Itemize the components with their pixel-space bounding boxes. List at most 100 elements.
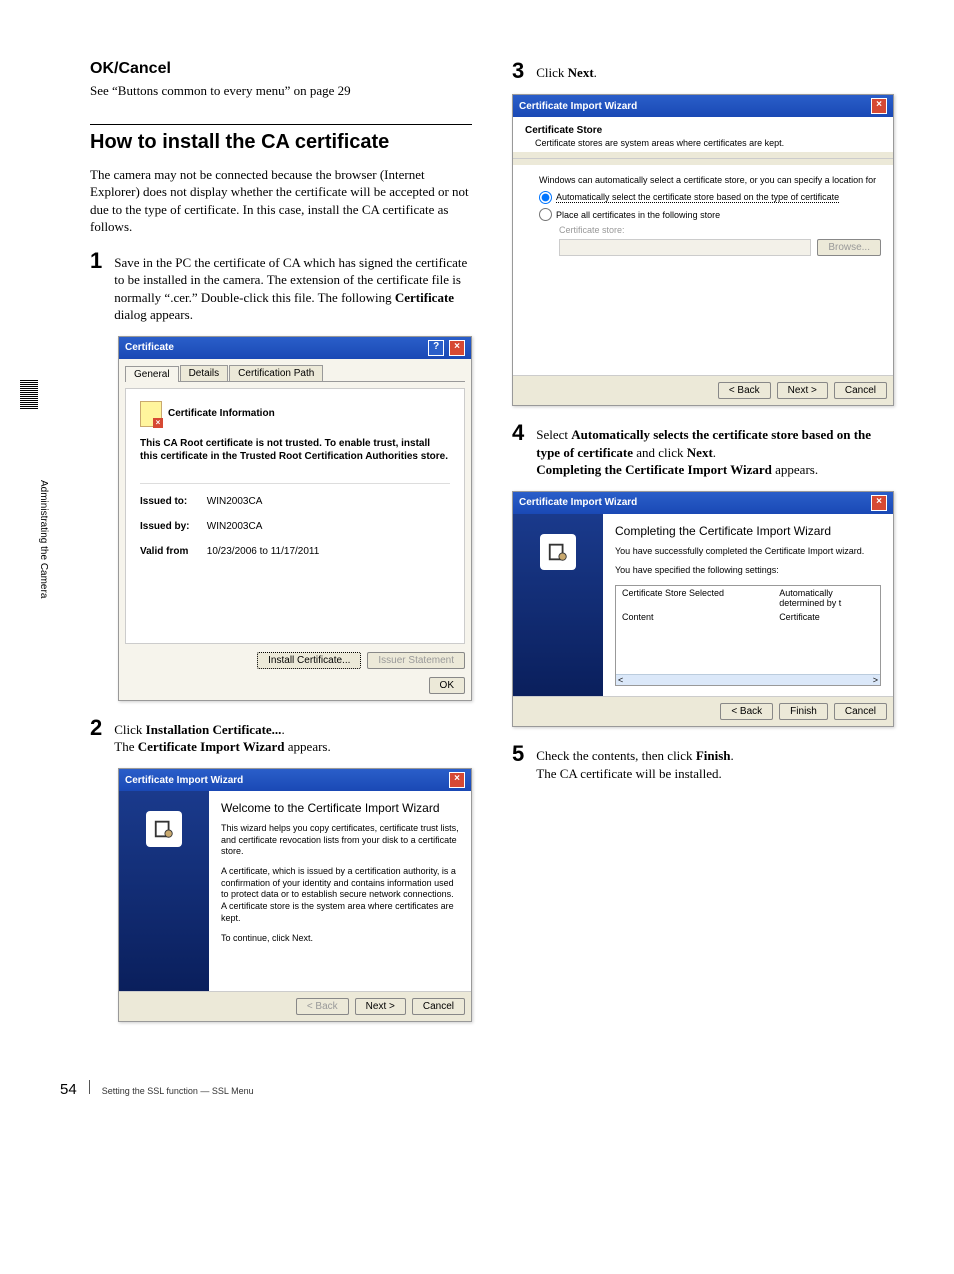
right-column: 3 Click Next. Certificate Import Wizard … (512, 60, 894, 1038)
cert-info-title: Certificate Information (168, 408, 275, 419)
scrollbar[interactable]: <> (616, 674, 880, 685)
radio-auto-select[interactable] (539, 191, 552, 204)
wizard1-p1: This wizard helps you copy certificates,… (221, 823, 459, 858)
step4-a: Select (536, 427, 571, 442)
settings-table: Certificate Store SelectedAutomatically … (615, 585, 881, 686)
wizard1-p3: To continue, click Next. (221, 933, 459, 945)
step3-a: Click (536, 65, 567, 80)
step2-a: Click (114, 722, 145, 737)
step-3: 3 Click Next. (512, 60, 894, 82)
store-section-title: Certificate Store (525, 125, 881, 136)
step-5: 5 Check the contents, then click Finish.… (512, 743, 894, 782)
issued-by-label: Issued by: (140, 521, 204, 532)
valid-from-label: Valid from (140, 546, 204, 557)
settings-row1-key: Certificate Store Selected (616, 586, 773, 610)
settings-row1-val: Automatically determined by t (773, 586, 880, 610)
wizard2-p2: You have specified the following setting… (615, 565, 881, 577)
step3-c: . (594, 65, 597, 80)
certificate-icon (146, 811, 182, 847)
step5-b: Finish (696, 748, 731, 763)
settings-row2-val: Certificate (773, 610, 880, 624)
side-section-label: Administrating the Camera (38, 480, 49, 598)
back-button[interactable]: < Back (720, 703, 773, 720)
tab-details[interactable]: Details (180, 365, 229, 381)
step2-f: appears. (285, 739, 331, 754)
issued-to-value: WIN2003CA (207, 496, 263, 507)
step-number-4: 4 (512, 422, 524, 444)
store-title: Certificate Import Wizard (519, 101, 637, 112)
close-icon[interactable]: × (449, 340, 465, 356)
step2-e: Certificate Import Wizard (138, 739, 285, 754)
issuer-statement-button: Issuer Statement (367, 652, 465, 669)
left-column: OK/Cancel See “Buttons common to every m… (90, 60, 472, 1038)
step4-e: . (713, 445, 716, 460)
next-button[interactable]: Next > (777, 382, 828, 399)
certificate-store-dialog: Certificate Import Wizard × Certificate … (512, 94, 894, 406)
radio-place-all[interactable] (539, 208, 552, 221)
page-number: 54 (60, 1081, 77, 1098)
step2-b: Installation Certificate... (146, 722, 282, 737)
certificate-store-input (559, 239, 811, 256)
step1-text-b: Certificate (395, 290, 454, 305)
tab-certification-path[interactable]: Certification Path (229, 365, 323, 381)
tab-general[interactable]: General (125, 366, 179, 382)
step-1: 1 Save in the PC the certificate of CA w… (90, 250, 472, 324)
intro-paragraph: The camera may not be connected because … (90, 166, 472, 236)
step-number-5: 5 (512, 743, 524, 765)
radio-place-all-label: Place all certificates in the following … (556, 210, 720, 220)
finish-button[interactable]: Finish (779, 703, 828, 720)
browse-button: Browse... (817, 239, 881, 256)
wizard2-title: Certificate Import Wizard (519, 497, 637, 508)
ok-cancel-heading: OK/Cancel (90, 60, 472, 78)
page-footer: 54 Setting the SSL function — SSL Menu (60, 1080, 254, 1098)
wizard-completing-dialog: Certificate Import Wizard × Completing t… (512, 491, 894, 727)
close-icon[interactable]: × (871, 98, 887, 114)
step-2: 2 Click Installation Certificate.... The… (90, 717, 472, 756)
wizard2-p1: You have successfully completed the Cert… (615, 546, 881, 558)
step1-text-c: dialog appears. (114, 307, 193, 322)
wizard1-p2: A certificate, which is issued by a cert… (221, 866, 459, 924)
certificate-tabs: General Details Certification Path (125, 365, 465, 382)
radio-auto-select-label: Automatically select the certificate sto… (556, 192, 839, 203)
step5-a: Check the contents, then click (536, 748, 696, 763)
step4-d: Next (687, 445, 713, 460)
wizard1-titlebar: Certificate Import Wizard × (119, 769, 471, 791)
close-icon[interactable]: × (871, 495, 887, 511)
step5-c: . (731, 748, 734, 763)
cancel-button[interactable]: Cancel (834, 703, 887, 720)
cancel-button[interactable]: Cancel (834, 382, 887, 399)
store-intro: Windows can automatically select a certi… (539, 175, 881, 185)
cert-trust-text: This CA Root certificate is not trusted.… (140, 437, 450, 463)
close-icon[interactable]: × (449, 772, 465, 788)
wizard2-titlebar: Certificate Import Wizard × (513, 492, 893, 514)
ok-button[interactable]: OK (429, 677, 465, 694)
help-icon[interactable]: ? (428, 340, 444, 356)
step4-g: appears. (772, 462, 818, 477)
wizard1-title: Certificate Import Wizard (125, 775, 243, 786)
next-button[interactable]: Next > (355, 998, 406, 1015)
step-number-3: 3 (512, 60, 524, 82)
install-certificate-button[interactable]: Install Certificate... (257, 652, 361, 669)
step2-d: The (114, 739, 137, 754)
store-titlebar: Certificate Import Wizard × (513, 95, 893, 117)
step4-f: Completing the Certificate Import Wizard (536, 462, 772, 477)
back-button[interactable]: < Back (718, 382, 771, 399)
wizard-welcome-dialog: Certificate Import Wizard × Welcome to t… (118, 768, 472, 1022)
issued-by-value: WIN2003CA (207, 521, 263, 532)
section-title: How to install the CA certificate (90, 124, 472, 154)
cancel-button[interactable]: Cancel (412, 998, 465, 1015)
certificate-titlebar: Certificate ? × (119, 337, 471, 359)
step-number-1: 1 (90, 250, 102, 272)
step4-c: and click (633, 445, 687, 460)
footer-text: Setting the SSL function — SSL Menu (102, 1086, 254, 1096)
wizard1-heading: Welcome to the Certificate Import Wizard (221, 801, 459, 815)
wizard-side-banner (119, 791, 209, 991)
valid-from-value: 10/23/2006 to 11/17/2011 (207, 546, 320, 557)
step5-d: The CA certificate will be installed. (536, 766, 722, 781)
ok-cancel-text: See “Buttons common to every menu” on pa… (90, 82, 472, 100)
certificate-warning-icon: × (140, 401, 162, 427)
step-number-2: 2 (90, 717, 102, 739)
page-margin: Administrating the Camera (20, 60, 60, 1038)
store-section-subtitle: Certificate stores are system areas wher… (535, 138, 881, 148)
back-button: < Back (296, 998, 349, 1015)
